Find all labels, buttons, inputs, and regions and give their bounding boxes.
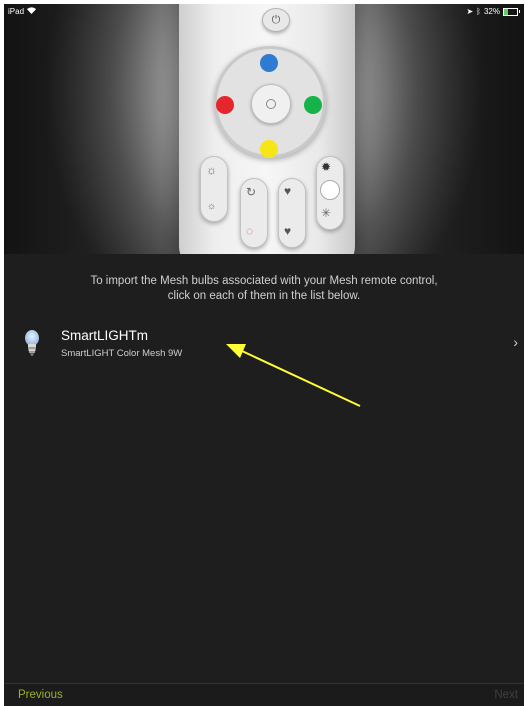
device-label: iPad	[8, 7, 25, 16]
list-item[interactable]: SmartLIGHTm SmartLIGHT Color Mesh 9W ›	[4, 324, 524, 366]
battery-percent: 32%	[483, 7, 500, 16]
instruction-line-1: To import the Mesh bulbs associated with…	[90, 275, 438, 287]
location-arrow-icon: ➤	[466, 7, 474, 16]
status-bar: iPad ➤ ᛒ 32%	[4, 4, 524, 20]
instruction-text: To import the Mesh bulbs associated with…	[34, 274, 494, 304]
battery-icon	[503, 7, 518, 16]
previous-button[interactable]: Previous	[18, 689, 63, 701]
chevron-right-icon: ›	[513, 334, 518, 350]
next-button[interactable]: Next	[494, 689, 518, 701]
app-screen: ⏻ ☼ ☼ ↻ ◌ ♥ ♥ ✹ ✳ iPad ➤ ᛒ 32%	[4, 4, 524, 706]
battery-tip	[519, 10, 520, 13]
instruction-line-2: click on each of them in the list below.	[167, 290, 361, 302]
bulb-name: SmartLIGHTm	[61, 328, 149, 343]
light-bulb-icon	[24, 330, 40, 358]
hero-vignette	[4, 4, 524, 254]
bulb-model: SmartLIGHT Color Mesh 9W	[61, 348, 183, 359]
bluetooth-icon: ᛒ	[476, 7, 481, 16]
footer-bar: Previous Next	[4, 683, 524, 706]
wifi-icon	[27, 7, 37, 16]
